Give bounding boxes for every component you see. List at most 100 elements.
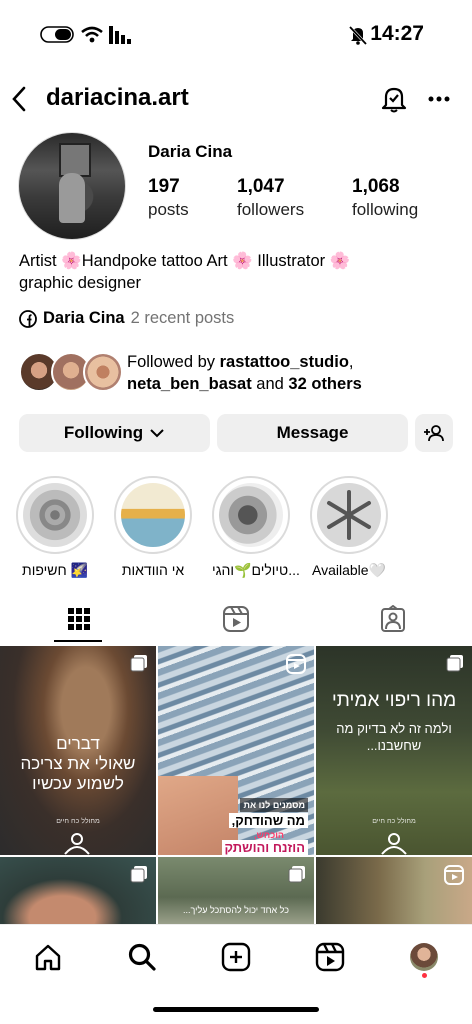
highlight-cover: [23, 483, 87, 547]
profile-header: dariacina.art: [0, 78, 472, 122]
posts-label: posts: [148, 200, 189, 219]
more-options-icon[interactable]: [428, 96, 450, 102]
search-icon: [128, 943, 156, 971]
grid-post[interactable]: דברים שאולי את צריכה לשמוע עכשיו מחולל כ…: [0, 646, 156, 855]
highlight-label: Available🤍: [312, 562, 386, 578]
wifi-icon: [81, 26, 103, 43]
status-bar: 14:27: [0, 0, 472, 70]
carousel-icon: [446, 655, 463, 672]
back-chevron-icon[interactable]: [10, 86, 28, 112]
nav-reels[interactable]: [310, 937, 350, 977]
followers-stat[interactable]: 1,047 followers: [237, 176, 304, 220]
reels-icon: [315, 942, 345, 972]
grid-post[interactable]: [0, 857, 156, 924]
profile-avatar-small: [410, 943, 438, 971]
post-footer: מחולל כח חיים: [56, 818, 100, 825]
bio-line: Artist 🌸Handpoke tattoo Art 🌸 Illustrato…: [19, 252, 351, 270]
highlight-cover: [219, 483, 283, 547]
add-user-icon: [424, 425, 444, 442]
carousel-icon: [288, 866, 305, 883]
profile-bio: Artist 🌸Handpoke tattoo Art 🌸 Illustrato…: [19, 250, 439, 294]
grid-post[interactable]: כל אחד יכול להסתכל עליך...: [158, 857, 314, 924]
highlight-label: אי הוודאות: [121, 562, 185, 578]
post-text: ולמה זה לא בדיוק מה: [336, 721, 452, 736]
post-text: שחשבנו...: [366, 738, 422, 753]
tab-tagged[interactable]: [314, 594, 471, 644]
signal-icon: [109, 26, 131, 44]
home-indicator: [153, 1007, 319, 1012]
following-button[interactable]: Following: [19, 414, 210, 452]
post-text: מהו ריפוי אמיתי: [331, 690, 457, 711]
tab-reels[interactable]: [157, 594, 314, 644]
lotus-logo-icon: [381, 833, 407, 855]
followed-by-text: Followed by rastattoo_studio, neta_ben_b…: [127, 351, 362, 395]
post-text: לשמוע עכשיו: [32, 774, 124, 793]
nav-home[interactable]: [28, 937, 68, 977]
grid-post[interactable]: מהו ריפוי אמיתי ולמה זה לא בדיוק מה שחשב…: [316, 646, 472, 855]
following-button-label: Following: [63, 423, 144, 442]
reel-icon: [286, 654, 306, 674]
notification-bell-icon[interactable]: [380, 84, 408, 114]
nav-create[interactable]: [216, 937, 256, 977]
message-button-label: Message: [276, 423, 349, 442]
highlight-item[interactable]: אי הוודאות: [114, 476, 192, 578]
chevron-down-icon: [150, 429, 164, 438]
nav-search[interactable]: [122, 937, 162, 977]
highlight-cover: [121, 483, 185, 547]
post-text: כל אחד יכול להסתכל עליך...: [183, 905, 289, 915]
profile-tabs: [0, 594, 472, 644]
followers-count: 1,047: [237, 176, 285, 197]
suggested-users-button[interactable]: [415, 414, 453, 452]
avatar: [83, 352, 123, 392]
following-stat[interactable]: 1,068 following: [352, 176, 418, 220]
highlight-label: טיולים🌱והגי...: [212, 562, 300, 578]
highlight-item[interactable]: Available🤍: [310, 476, 388, 579]
add-post-icon: [221, 942, 251, 972]
hands-circle-illustration: [327, 490, 371, 540]
toggle-icon: [40, 26, 74, 43]
posts-stat[interactable]: 197 posts: [148, 176, 189, 220]
grid-post[interactable]: [316, 857, 472, 924]
home-icon: [35, 944, 61, 971]
following-label: following: [352, 200, 419, 219]
facebook-name: Daria Cina: [43, 309, 125, 327]
followed-comma: ,: [348, 353, 354, 371]
highlight-item[interactable]: חשיפות 🌠: [16, 476, 94, 579]
followed-user[interactable]: neta_ben_basat: [127, 375, 252, 393]
message-button[interactable]: Message: [217, 414, 408, 452]
carousel-icon: [130, 866, 147, 883]
notification-dot: [422, 973, 427, 978]
followed-by[interactable]: Followed by rastattoo_studio, neta_ben_b…: [19, 351, 459, 395]
facebook-link[interactable]: Daria Cina 2 recent posts: [19, 309, 234, 328]
post-text: מה שהודחק,: [228, 813, 308, 828]
highlight-item[interactable]: טיולים🌱והגי...: [212, 476, 300, 579]
facebook-recent-posts: 2 recent posts: [130, 309, 235, 327]
post-text: דברים: [56, 734, 100, 753]
silent-bell-icon: [348, 25, 368, 45]
highlight-label: חשיפות 🌠: [22, 562, 88, 578]
followed-others[interactable]: 32 others: [288, 375, 361, 393]
profile-username: dariacina.art: [46, 84, 189, 111]
post-text: מסמנים לנו את: [240, 798, 308, 812]
tagged-icon: [380, 605, 405, 632]
grid-post[interactable]: מסמנים לנו את מה שהודחק, הוכחש, הוזנח וה…: [158, 646, 314, 855]
post-text: הוזנח והושתק: [221, 840, 308, 855]
reel-icon: [444, 865, 464, 885]
followed-and: and: [251, 375, 289, 393]
tab-posts[interactable]: [0, 594, 157, 644]
reels-icon: [222, 606, 249, 632]
profile-full-name: Daria Cina: [148, 142, 233, 161]
highlight-cover: [317, 483, 381, 547]
bottom-nav: [0, 924, 472, 987]
post-text: שאולי את צריכה: [20, 754, 136, 773]
bio-line: graphic designer: [19, 274, 141, 292]
profile-avatar[interactable]: [18, 132, 126, 240]
nav-profile[interactable]: [404, 937, 444, 978]
followed-user[interactable]: rastattoo_studio: [220, 353, 349, 371]
carousel-icon: [130, 655, 147, 672]
lotus-logo-icon: [64, 833, 90, 855]
followed-prefix: Followed by: [127, 353, 220, 371]
following-count: 1,068: [352, 176, 400, 197]
post-footer: מחולל כח חיים: [372, 818, 416, 825]
followers-label: followers: [237, 200, 305, 219]
